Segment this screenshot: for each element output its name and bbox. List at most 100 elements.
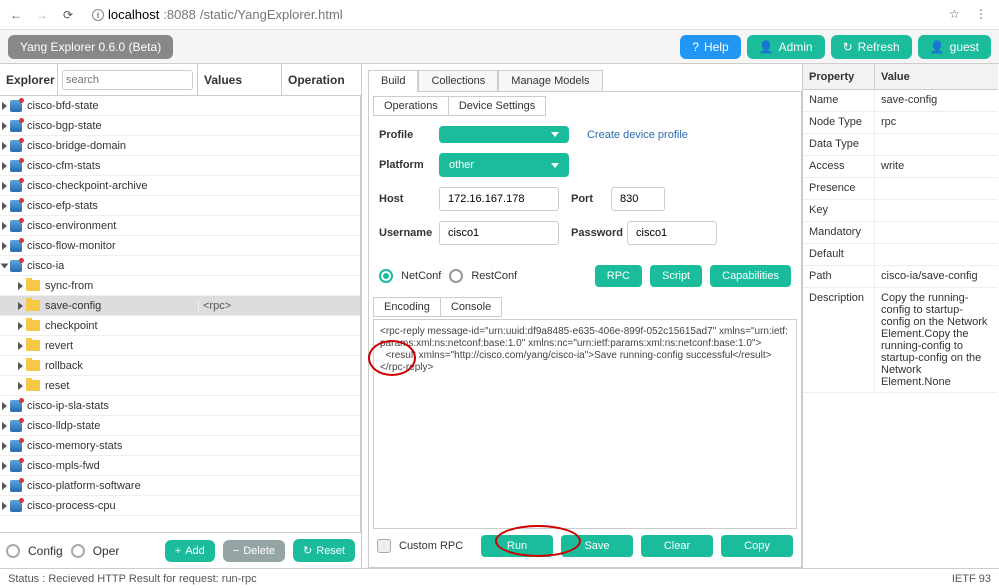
tree-row[interactable]: cisco-cfm-stats — [0, 156, 360, 176]
port-input[interactable] — [611, 187, 665, 211]
property-key: Data Type — [803, 134, 875, 155]
expand-icon[interactable] — [2, 422, 7, 430]
create-profile-link[interactable]: Create device profile — [587, 129, 688, 141]
status-bar: Status : Recieved HTTP Result for reques… — [0, 568, 999, 588]
property-key: Mandatory — [803, 222, 875, 243]
expand-icon[interactable] — [2, 142, 7, 150]
tree-row[interactable]: cisco-bridge-domain — [0, 136, 360, 156]
tree-row[interactable]: cisco-lldp-state — [0, 416, 360, 436]
host-input[interactable] — [439, 187, 559, 211]
clear-button[interactable]: Clear — [641, 535, 713, 557]
oper-radio[interactable] — [71, 544, 85, 558]
config-radio[interactable] — [6, 544, 20, 558]
save-button[interactable]: Save — [561, 535, 633, 557]
search-input[interactable] — [62, 70, 193, 90]
operation-header: Operation — [282, 64, 361, 95]
tree-row[interactable]: cisco-environment — [0, 216, 360, 236]
expand-icon[interactable] — [2, 242, 7, 250]
host-label: Host — [379, 193, 439, 205]
expand-icon[interactable] — [2, 502, 7, 510]
module-icon — [10, 160, 22, 172]
tree-row[interactable]: sync-from — [0, 276, 360, 296]
property-value — [875, 222, 998, 243]
netconf-radio[interactable] — [379, 269, 393, 283]
tree-row[interactable]: cisco-ia — [0, 256, 360, 276]
module-icon — [10, 240, 22, 252]
tree-view: cisco-bfd-statecisco-bgp-statecisco-brid… — [0, 96, 361, 532]
forward-icon[interactable]: → — [34, 7, 50, 23]
config-label: Config — [28, 544, 63, 558]
tree-row[interactable]: cisco-ip-sla-stats — [0, 396, 360, 416]
property-header: Property Value — [803, 64, 998, 90]
tree-row[interactable]: cisco-checkpoint-archive — [0, 176, 360, 196]
tree-row[interactable]: save-config<rpc> — [0, 296, 360, 316]
expand-icon[interactable] — [2, 222, 7, 230]
refresh-icon: ↻ — [843, 40, 853, 54]
platform-select[interactable]: other — [439, 153, 569, 177]
tree-row[interactable]: rollback — [0, 356, 360, 376]
tab-manage-models[interactable]: Manage Models — [498, 70, 602, 91]
tree-row[interactable]: checkpoint — [0, 316, 360, 336]
subtab-operations[interactable]: Operations — [373, 96, 449, 116]
bookmark-icon[interactable]: ☆ — [949, 7, 965, 23]
expand-icon[interactable] — [18, 362, 23, 370]
guest-button[interactable]: 👤guest — [918, 35, 991, 59]
reset-button[interactable]: ↻ Reset — [293, 539, 355, 562]
help-button[interactable]: ?Help — [680, 35, 740, 59]
tree-row[interactable]: cisco-efp-stats — [0, 196, 360, 216]
admin-button[interactable]: 👤Admin — [747, 35, 825, 59]
run-button[interactable]: Run — [481, 535, 553, 557]
tree-row[interactable]: reset — [0, 376, 360, 396]
delete-button[interactable]: − Delete — [223, 540, 285, 562]
tree-row[interactable]: cisco-flow-monitor — [0, 236, 360, 256]
copy-button[interactable]: Copy — [721, 535, 793, 557]
back-icon[interactable]: ← — [8, 7, 24, 23]
tree-row[interactable]: cisco-platform-software — [0, 476, 360, 496]
tree-row[interactable]: cisco-memory-stats — [0, 436, 360, 456]
password-input[interactable] — [627, 221, 717, 245]
username-input[interactable] — [439, 221, 559, 245]
refresh-button[interactable]: ↻Refresh — [831, 35, 912, 59]
expand-icon[interactable] — [1, 263, 9, 268]
values-header: Values — [198, 64, 282, 95]
reload-icon[interactable]: ⟳ — [60, 7, 76, 23]
tab-build[interactable]: Build — [368, 70, 418, 92]
expand-icon[interactable] — [18, 302, 23, 310]
add-button[interactable]: + Add — [165, 540, 215, 562]
menu-dots-icon[interactable]: ⋮ — [975, 7, 991, 23]
expand-icon[interactable] — [2, 482, 7, 490]
expand-icon[interactable] — [2, 102, 7, 110]
tree-row[interactable]: cisco-bgp-state — [0, 116, 360, 136]
url-bar[interactable]: i localhost:8088/static/YangExplorer.htm… — [86, 7, 939, 22]
tree-node-label: checkpoint — [45, 320, 98, 332]
xml-output[interactable]: <rpc-reply message-id="urn:uuid:df9a8485… — [373, 319, 797, 529]
rpc-button[interactable]: RPC — [595, 265, 642, 287]
custom-rpc-checkbox[interactable] — [377, 539, 391, 553]
property-row: Presence — [803, 178, 998, 200]
expand-icon[interactable] — [2, 182, 7, 190]
script-button[interactable]: Script — [650, 265, 702, 287]
expand-icon[interactable] — [2, 402, 7, 410]
profile-select[interactable] — [439, 126, 569, 143]
tree-row[interactable]: cisco-process-cpu — [0, 496, 360, 516]
tree-row[interactable]: cisco-bfd-state — [0, 96, 360, 116]
user-icon: 👤 — [930, 40, 945, 54]
tab-collections[interactable]: Collections — [418, 70, 498, 91]
expand-icon[interactable] — [2, 122, 7, 130]
tree-row[interactable]: cisco-mpls-fwd — [0, 456, 360, 476]
expand-icon[interactable] — [2, 162, 7, 170]
subtab-device-settings[interactable]: Device Settings — [449, 96, 546, 116]
capabilities-button[interactable]: Capabilities — [710, 265, 791, 287]
expand-icon[interactable] — [2, 462, 7, 470]
console-tab[interactable]: Console — [441, 297, 502, 317]
module-icon — [10, 180, 22, 192]
expand-icon[interactable] — [18, 322, 23, 330]
expand-icon[interactable] — [2, 202, 7, 210]
expand-icon[interactable] — [2, 442, 7, 450]
expand-icon[interactable] — [18, 382, 23, 390]
encoding-tab[interactable]: Encoding — [373, 297, 441, 317]
expand-icon[interactable] — [18, 282, 23, 290]
restconf-radio[interactable] — [449, 269, 463, 283]
expand-icon[interactable] — [18, 342, 23, 350]
tree-row[interactable]: revert — [0, 336, 360, 356]
